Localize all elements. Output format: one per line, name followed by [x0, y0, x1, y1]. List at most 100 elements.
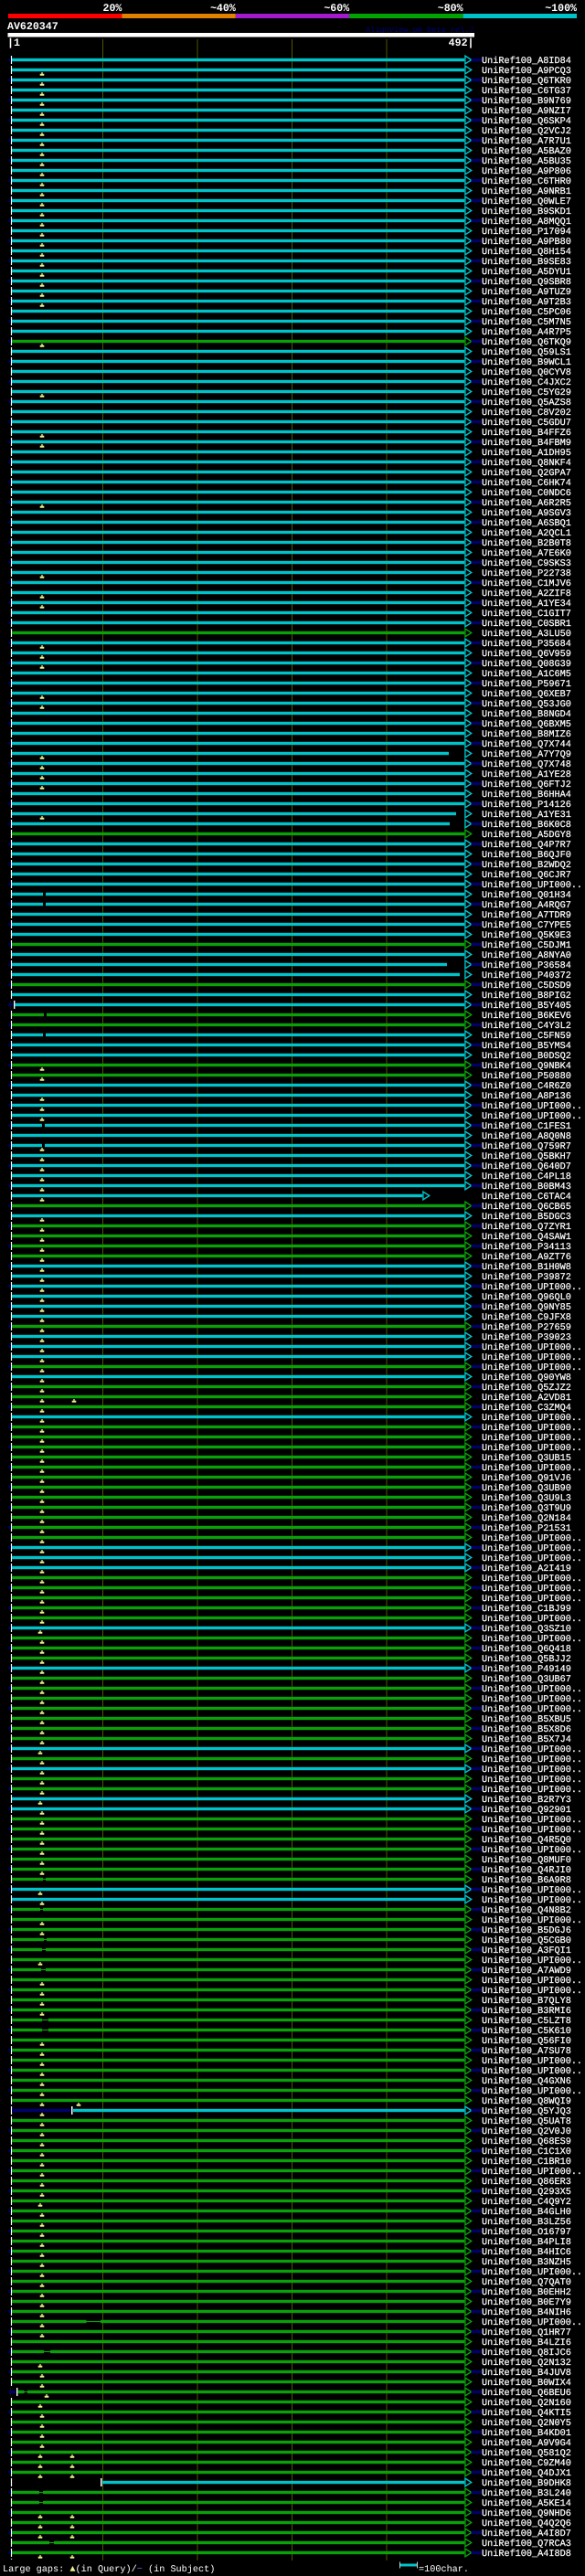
svg-text:UniRef100_B3RMI6: UniRef100_B3RMI6	[482, 2006, 571, 2017]
svg-text:UniRef100_B7QLY8: UniRef100_B7QLY8	[482, 1996, 571, 2007]
svg-text:UniRef100_UPI000..: UniRef100_UPI000..	[482, 1684, 582, 1695]
svg-text:UniRef100_B3NZH5: UniRef100_B3NZH5	[482, 2257, 571, 2268]
svg-text:UniRef100_C4Q9Y2: UniRef100_C4Q9Y2	[482, 2197, 571, 2208]
svg-text:UniRef100_UPI000..: UniRef100_UPI000..	[482, 1101, 582, 1112]
svg-text:UniRef100_Q0CYV8: UniRef100_Q0CYV8	[482, 367, 571, 378]
svg-text:UniRef100_Q5AZS8: UniRef100_Q5AZS8	[482, 398, 571, 408]
svg-text:UniRef100_C6HK74: UniRef100_C6HK74	[482, 478, 571, 489]
svg-text:UniRef100_Q6Q418: UniRef100_Q6Q418	[482, 1644, 571, 1655]
svg-text:UniRef100_B0E7Y9: UniRef100_B0E7Y9	[482, 2297, 571, 2308]
svg-text:UniRef100_A1C6M5: UniRef100_A1C6M5	[482, 669, 571, 680]
svg-text:UniRef100_Q9NHD6: UniRef100_Q9NHD6	[482, 2508, 571, 2519]
svg-text:UniRef100_Q5ZJZ2: UniRef100_Q5ZJZ2	[482, 1383, 571, 1394]
svg-text:UniRef100_Q4Q2Q6: UniRef100_Q4Q2Q6	[482, 2518, 571, 2529]
svg-text:UniRef100_A1DH95: UniRef100_A1DH95	[482, 448, 571, 459]
svg-text:UniRef100_C5LZT8: UniRef100_C5LZT8	[482, 2016, 571, 2027]
svg-text:UniRef100_Q9NY85: UniRef100_Q9NY85	[482, 1302, 571, 1313]
svg-text:UniRef100_C5GDU7: UniRef100_C5GDU7	[482, 418, 571, 429]
svg-text:UniRef100_Q90YW8: UniRef100_Q90YW8	[482, 1373, 571, 1383]
svg-text:UniRef100_C5M7N5: UniRef100_C5M7N5	[482, 317, 571, 328]
svg-text:UniRef100_A4R7P5: UniRef100_A4R7P5	[482, 327, 571, 338]
svg-text:UniRef100_A2I419: UniRef100_A2I419	[482, 1564, 571, 1574]
svg-text:UniRef100_UPI000..: UniRef100_UPI000..	[482, 1986, 582, 1997]
svg-text:UniRef100_A7AWD9: UniRef100_A7AWD9	[482, 1966, 571, 1977]
svg-text:UniRef100_Q59LS1: UniRef100_Q59LS1	[482, 347, 571, 358]
svg-text:UniRef100_Q8WQI9: UniRef100_Q8WQI9	[482, 2096, 571, 2107]
svg-text:UniRef100_A7R7U1: UniRef100_A7R7U1	[482, 136, 571, 147]
svg-text:UniRef100_Q640D7: UniRef100_Q640D7	[482, 1161, 571, 1172]
svg-text:UniRef100_Q6TKR0: UniRef100_Q6TKR0	[482, 76, 571, 87]
svg-text:UniRef100_C6TAC4: UniRef100_C6TAC4	[482, 1192, 571, 1203]
svg-text:UniRef100_Q4RJI0: UniRef100_Q4RJI0	[482, 1865, 571, 1876]
svg-text:UniRef100_C8V202: UniRef100_C8V202	[482, 408, 571, 419]
svg-text:UniRef100_UPI000..: UniRef100_UPI000..	[482, 1423, 582, 1434]
svg-text:UniRef100_UPI000..: UniRef100_UPI000..	[482, 1463, 582, 1474]
svg-text:UniRef100_Q2VCJ2: UniRef100_Q2VCJ2	[482, 126, 571, 137]
svg-text:UniRef100_Q3U9L3: UniRef100_Q3U9L3	[482, 1493, 571, 1504]
svg-text:UniRef100_A8ID84: UniRef100_A8ID84	[482, 56, 571, 67]
svg-text:UniRef100_A3LU50: UniRef100_A3LU50	[482, 629, 571, 640]
svg-text:UniRef100_B6K0C8: UniRef100_B6K0C8	[482, 820, 571, 831]
svg-text:UniRef100_A6SBQ1: UniRef100_A6SBQ1	[482, 518, 571, 529]
svg-text:UniRef100_Q4KTI5: UniRef100_Q4KTI5	[482, 2408, 571, 2419]
svg-text:UniRef100_A4I8D8: UniRef100_A4I8D8	[482, 2549, 571, 2560]
svg-text:UniRef100_Q9NBK4: UniRef100_Q9NBK4	[482, 1061, 571, 1072]
svg-text:UniRef100_B8NGD4: UniRef100_B8NGD4	[482, 709, 571, 720]
svg-text:UniRef100_Q6CJR7: UniRef100_Q6CJR7	[482, 870, 571, 881]
svg-text:UniRef100_A7E6K0: UniRef100_A7E6K0	[482, 548, 571, 559]
svg-text:UniRef100_A4I8D7: UniRef100_A4I8D7	[482, 2528, 571, 2539]
svg-text:UniRef100_B5DGJ6: UniRef100_B5DGJ6	[482, 1925, 571, 1936]
svg-text:UniRef100_UPI000..: UniRef100_UPI000..	[482, 1433, 582, 1444]
svg-text:UniRef100_B4LZI6: UniRef100_B4LZI6	[482, 2337, 571, 2348]
svg-text:UniRef100_Q1HR77: UniRef100_Q1HR77	[482, 2327, 571, 2338]
svg-text:~40%: ~40%	[210, 3, 236, 15]
svg-text:UniRef100_C1MJV6: UniRef100_C1MJV6	[482, 578, 571, 589]
svg-text:UniRef100_C6TG37: UniRef100_C6TG37	[482, 86, 571, 97]
svg-text:UniRef100_UPI000..: UniRef100_UPI000..	[482, 1775, 582, 1786]
svg-text:UniRef100_C1GIT7: UniRef100_C1GIT7	[482, 609, 571, 620]
svg-text:UniRef100_A9TUZ9: UniRef100_A9TUZ9	[482, 287, 571, 298]
svg-text:UniRef100_B8PIG2: UniRef100_B8PIG2	[482, 991, 571, 1002]
svg-text:UniRef100_A9P806: UniRef100_A9P806	[482, 166, 571, 177]
svg-text:UniRef100_UPI000..: UniRef100_UPI000..	[482, 1845, 582, 1856]
svg-text:UniRef100_Q8NKF4: UniRef100_Q8NKF4	[482, 458, 571, 469]
svg-text:UniRef100_C1FES1: UniRef100_C1FES1	[482, 1121, 571, 1132]
svg-text:UniRef100_UPI000..: UniRef100_UPI000..	[482, 1895, 582, 1906]
svg-text:UniRef100_Q91VJ6: UniRef100_Q91VJ6	[482, 1473, 571, 1484]
svg-text:UniRef100_Q3UB67: UniRef100_Q3UB67	[482, 1674, 571, 1685]
svg-text:UniRef100_Q92901: UniRef100_Q92901	[482, 1805, 571, 1816]
svg-text:UniRef100_Q2V0J0: UniRef100_Q2V0J0	[482, 2126, 571, 2137]
svg-text:UniRef100_B2R7Y3: UniRef100_B2R7Y3	[482, 1795, 571, 1806]
svg-text:UniRef100_UPI000..: UniRef100_UPI000..	[482, 1885, 582, 1896]
svg-text:UniRef100_UPI000..: UniRef100_UPI000..	[482, 2066, 582, 2077]
svg-text:UniRef100_Q0WLE7: UniRef100_Q0WLE7	[482, 196, 571, 207]
svg-text:UniRef100_B6QJF0: UniRef100_B6QJF0	[482, 850, 571, 861]
svg-text:UniRef100_P40372: UniRef100_P40372	[482, 970, 571, 981]
svg-text:UniRef100_UPI000..: UniRef100_UPI000..	[482, 1342, 582, 1353]
svg-text:UniRef100_B0WIX4: UniRef100_B0WIX4	[482, 2378, 571, 2389]
svg-text:UniRef100_A5DGY8: UniRef100_A5DGY8	[482, 830, 571, 841]
svg-text:UniRef100_B4PLI8: UniRef100_B4PLI8	[482, 2237, 571, 2248]
svg-text:UniRef100_B6HHA4: UniRef100_B6HHA4	[482, 790, 571, 800]
svg-text:UniRef100_Q581Q2: UniRef100_Q581Q2	[482, 2448, 571, 2459]
svg-text:UniRef100_B4FFZ6: UniRef100_B4FFZ6	[482, 428, 571, 439]
svg-text:UniRef100_UPI000..: UniRef100_UPI000..	[482, 1574, 582, 1585]
svg-text:UniRef100_Q5K9E3: UniRef100_Q5K9E3	[482, 930, 571, 941]
svg-text:UniRef100_A6R2R5: UniRef100_A6R2R5	[482, 498, 571, 509]
svg-text:UniRef100_Q6V959: UniRef100_Q6V959	[482, 649, 571, 660]
svg-text:UniRef100_P39023: UniRef100_P39023	[482, 1332, 571, 1343]
svg-text:UniRef100_B4HIC6: UniRef100_B4HIC6	[482, 2247, 571, 2258]
svg-text:UniRef100_C5FN59: UniRef100_C5FN59	[482, 1031, 571, 1042]
svg-text:UniRef100_C5PC06: UniRef100_C5PC06	[482, 307, 571, 318]
svg-text:UniRef100_UPI000..: UniRef100_UPI000..	[482, 1282, 582, 1293]
svg-text:UniRef100_C0NDC6: UniRef100_C0NDC6	[482, 488, 571, 499]
svg-text:UniRef100_UPI000..: UniRef100_UPI000..	[482, 1553, 582, 1564]
svg-text:UniRef100_A9T2B3: UniRef100_A9T2B3	[482, 297, 571, 308]
svg-text:UniRef100_P34113: UniRef100_P34113	[482, 1242, 571, 1253]
svg-text:UniRef100_B5X7J4: UniRef100_B5X7J4	[482, 1734, 571, 1745]
svg-text:UniRef100_Q53JG0: UniRef100_Q53JG0	[482, 699, 571, 710]
svg-text:UniRef100_A3FQI1: UniRef100_A3FQI1	[482, 1945, 571, 1956]
svg-text:UniRef100_B9DHK8: UniRef100_B9DHK8	[482, 2478, 571, 2489]
svg-text:UniRef100_UPI000..: UniRef100_UPI000..	[482, 1815, 582, 1826]
svg-text:UniRef100_C1BJ99: UniRef100_C1BJ99	[482, 1604, 571, 1615]
